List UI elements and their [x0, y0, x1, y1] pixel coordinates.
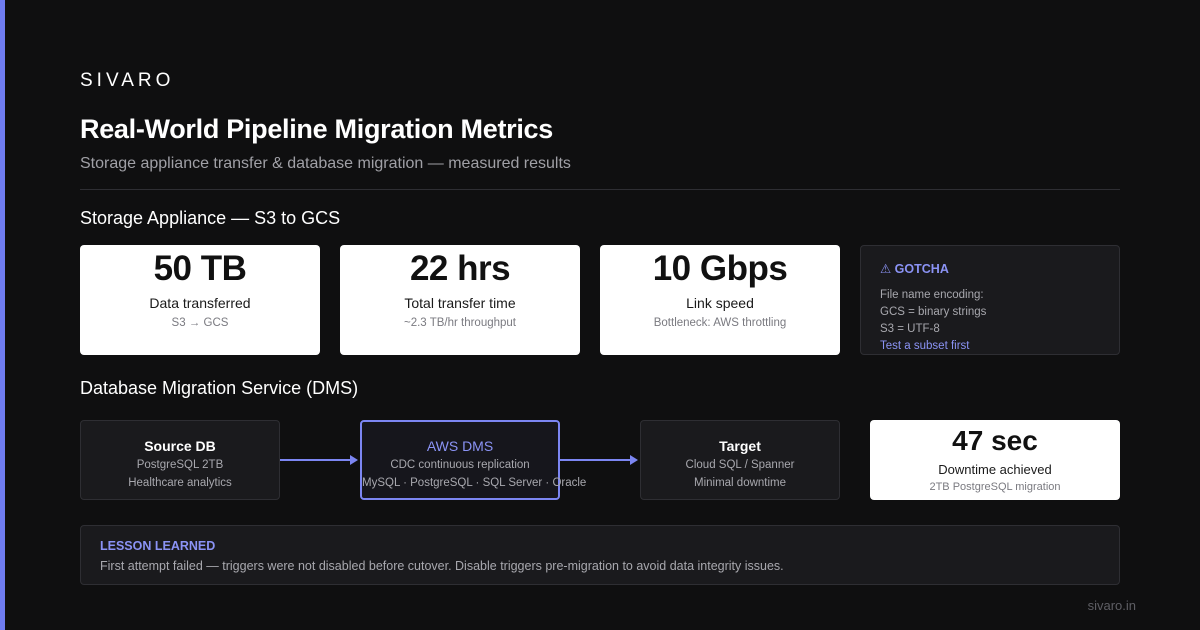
page-title: Real-World Pipeline Migration Metrics [80, 114, 553, 144]
flow-line: Cloud SQL / Spanner [685, 459, 795, 471]
metric-card-data-transferred: 50 TB Data transferred S3 → GCS [80, 245, 320, 355]
brand-logo-text: SIVARO [80, 70, 175, 91]
accent-bar [0, 0, 5, 630]
downtime-label: Downtime achieved [938, 462, 1052, 477]
gotcha-panel: ⚠ GOTCHA File name encoding: GCS = binar… [860, 245, 1120, 355]
flow-line: MySQL · PostgreSQL · SQL Server · Oracle [362, 477, 587, 489]
gotcha-title: ⚠ GOTCHA [880, 262, 949, 276]
flow-target: Target Cloud SQL / Spanner Minimal downt… [640, 420, 840, 500]
metric-card-transfer-time: 22 hrs Total transfer time ~2.3 TB/hr th… [340, 245, 580, 355]
downtime-card: 47 sec Downtime achieved 2TB PostgreSQL … [870, 420, 1120, 500]
gotcha-line: GCS = binary strings [880, 306, 987, 318]
page: SIVARO Real-World Pipeline Migration Met… [0, 0, 1200, 630]
flow-source-db: Source DB PostgreSQL 2TB Healthcare anal… [80, 420, 280, 500]
flow-title: Target [719, 438, 761, 454]
metric-value: 10 Gbps [652, 249, 788, 288]
page-subtitle: Storage appliance transfer & database mi… [80, 155, 571, 172]
metric-card-link-speed: 10 Gbps Link speed Bottleneck: AWS throt… [600, 245, 840, 355]
flow-title: AWS DMS [426, 438, 494, 454]
storage-section-title: Storage Appliance — S3 to GCS [80, 208, 341, 228]
lesson-text: First attempt failed — triggers were not… [100, 559, 784, 573]
flow-line: CDC continuous replication [390, 459, 530, 471]
metric-sub: Bottleneck: AWS throttling [653, 317, 787, 329]
flow-aws-dms: AWS DMS CDC continuous replication MySQL… [360, 420, 587, 500]
gotcha-link[interactable]: Test a subset first [880, 338, 1100, 355]
metric-value: 50 TB [153, 249, 247, 288]
flow-title: Source DB [144, 438, 216, 454]
metric-label: Data transferred [149, 295, 251, 311]
lesson-title: LESSON LEARNED [100, 539, 216, 553]
flow-line: PostgreSQL 2TB [136, 459, 224, 471]
metric-value: 22 hrs [409, 249, 511, 288]
gotcha-line: S3 = UTF-8 [880, 323, 940, 335]
flow-line: Healthcare analytics [128, 477, 232, 489]
flow-arrow [560, 455, 638, 465]
metric-sub: ~2.3 TB/hr throughput [404, 317, 516, 329]
downtime-sub: 2TB PostgreSQL migration [929, 481, 1061, 493]
header-divider [80, 189, 1120, 190]
footer-url: sivaro.in [1087, 598, 1136, 613]
lesson-panel: LESSON LEARNED First attempt failed — tr… [80, 525, 1120, 585]
downtime-value: 47 sec [952, 425, 1038, 456]
metric-label: Link speed [686, 295, 754, 311]
dms-section-title: Database Migration Service (DMS) [80, 378, 359, 398]
metric-sub: S3 → GCS [171, 317, 229, 329]
metric-label: Total transfer time [404, 295, 516, 311]
gotcha-line: File name encoding: [880, 289, 984, 301]
flow-line: Minimal downtime [693, 477, 787, 489]
flow-arrow [280, 455, 358, 465]
